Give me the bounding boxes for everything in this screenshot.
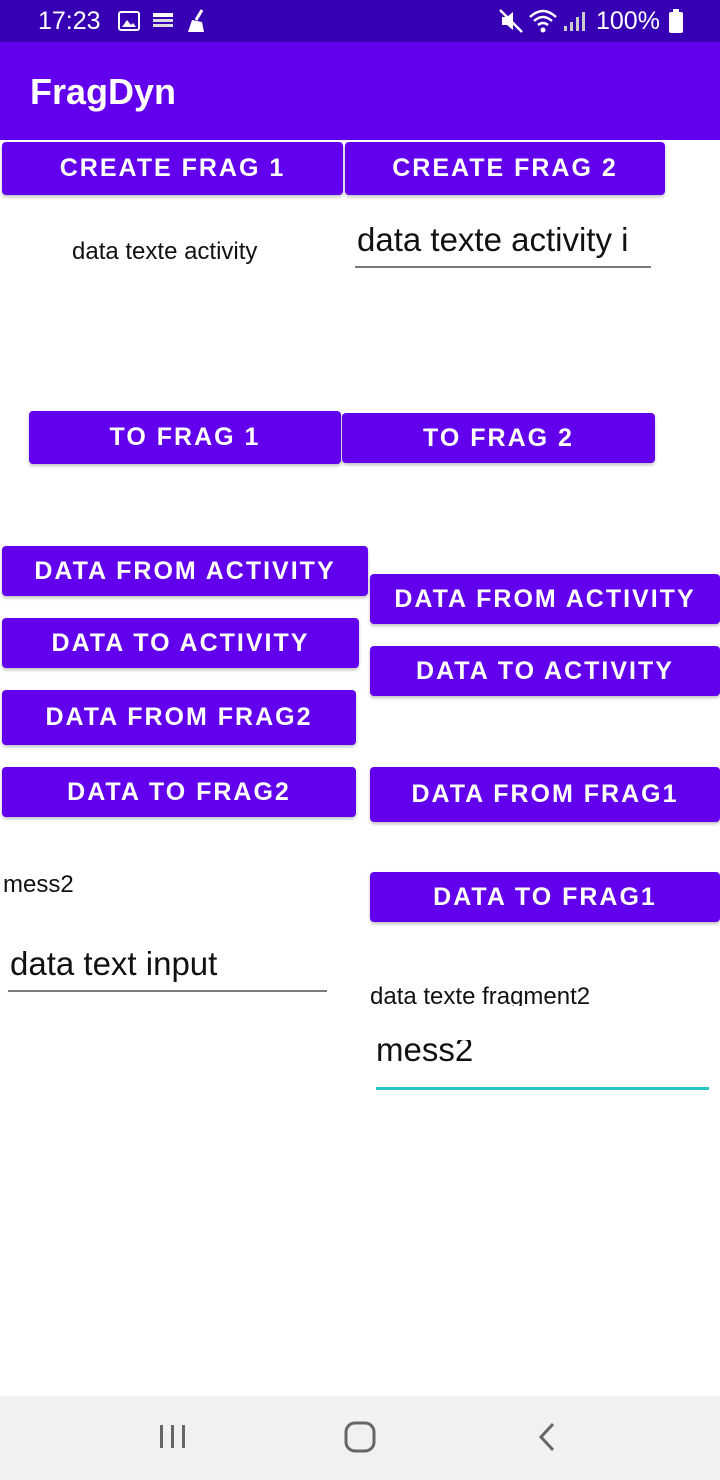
status-time: 17:23 (38, 7, 101, 35)
recent-apps-icon[interactable] (150, 1420, 196, 1454)
create-frag1-button[interactable]: CREATE FRAG 1 (2, 142, 343, 195)
home-icon[interactable] (338, 1418, 382, 1456)
activity-label: data texte activity (72, 238, 258, 265)
frag2-data-to-frag1-button[interactable]: DATA TO FRAG1 (370, 872, 720, 922)
frag1-text-input[interactable]: data text input (8, 942, 327, 992)
create-frag2-button[interactable]: CREATE FRAG 2 (345, 142, 665, 195)
frag2-input-value: mess2 (376, 1040, 474, 1068)
back-icon[interactable] (526, 1418, 570, 1456)
frag1-data-from-activity-button[interactable]: DATA FROM ACTIVITY (2, 546, 368, 596)
frag2-text-input[interactable]: mess2 (376, 1040, 709, 1090)
activity-text-input[interactable]: data texte activity i (355, 220, 651, 268)
to-frag1-button[interactable]: TO FRAG 1 (29, 411, 341, 464)
frag2-data-from-activity-button[interactable]: DATA FROM ACTIVITY (370, 574, 720, 624)
frag2-data-from-frag1-button[interactable]: DATA FROM FRAG1 (370, 767, 720, 822)
mute-icon (498, 8, 524, 34)
signal-icon (562, 10, 588, 32)
battery-icon (668, 8, 684, 34)
image-icon (118, 10, 140, 32)
notification-icon (152, 11, 174, 31)
wifi-icon (528, 8, 558, 34)
cleaner-icon (184, 8, 208, 34)
app-title: FragDyn (30, 71, 177, 112)
to-frag2-button[interactable]: TO FRAG 2 (342, 413, 655, 463)
battery-percent: 100% (596, 7, 660, 35)
frag1-data-to-activity-button[interactable]: DATA TO ACTIVITY (2, 618, 359, 668)
frag2-label: data texte fragment2 (370, 983, 591, 1006)
frag1-data-from-frag2-button[interactable]: DATA FROM FRAG2 (2, 690, 356, 745)
frag1-data-to-frag2-button[interactable]: DATA TO FRAG2 (2, 767, 356, 817)
frag1-message: mess2 (3, 871, 74, 898)
frag2-data-to-activity-button[interactable]: DATA TO ACTIVITY (370, 646, 720, 696)
